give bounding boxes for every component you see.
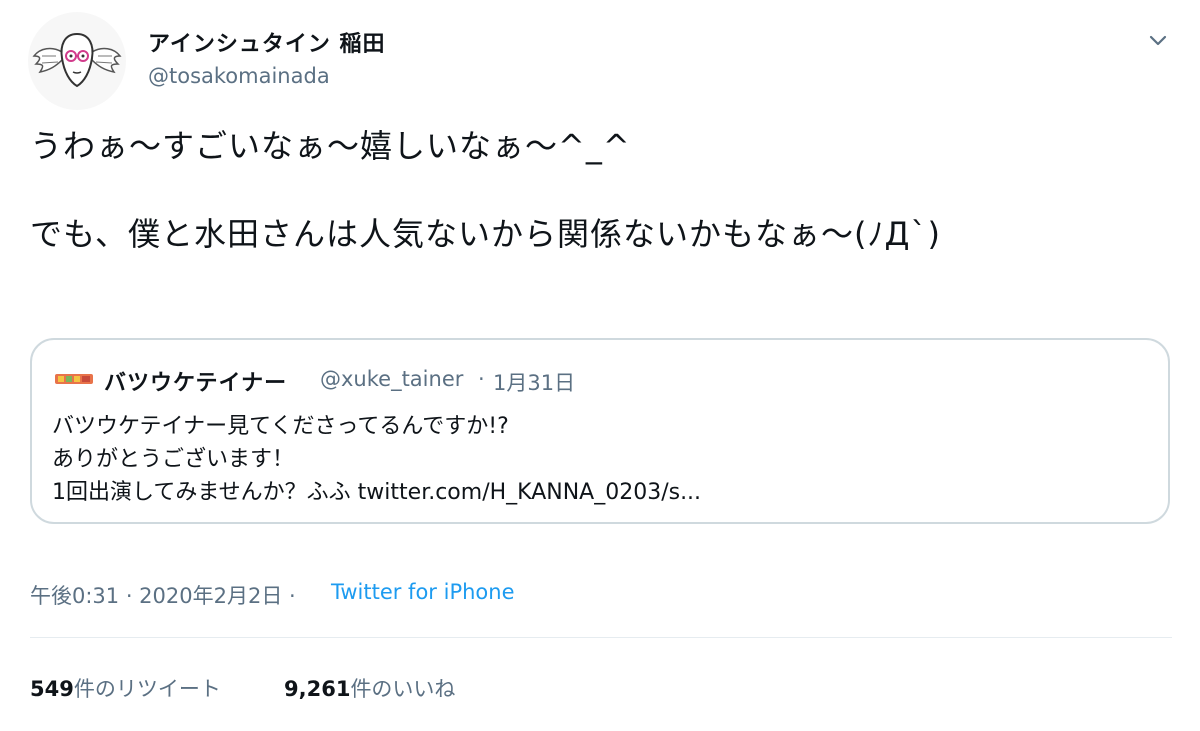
tweet-source-link[interactable]: Twitter for iPhone [331, 580, 515, 604]
retweets-count: 549 [30, 677, 74, 701]
quoted-avatar [54, 371, 94, 387]
tweet-text: うわぁ〜すごいなぁ〜嬉しいなぁ〜^_^ でも、僕と水田さんは人気ないから関係ない… [30, 127, 942, 253]
likes-stat[interactable]: 9,261件のいいね [284, 673, 455, 703]
quoted-date: 1月31日 [493, 371, 576, 395]
avatar[interactable] [28, 12, 126, 110]
chevron-down-icon [1149, 35, 1167, 46]
tweet-menu-button[interactable] [1144, 26, 1172, 54]
quoted-tweet-text: バツウケテイナー見てくださってるんですか!? ありがとうございます！ 1回出演し… [52, 414, 702, 505]
author-name[interactable]: アインシュタイン 稲田 [148, 26, 386, 58]
banner-logo-icon [55, 374, 93, 384]
retweets-label: 件のリツイート [73, 677, 221, 701]
winged-face-avatar-icon [32, 32, 122, 88]
tweet-timestamp[interactable]: 午後0:31 · 2020年2月2日 · [30, 580, 296, 610]
likes-label: 件のいいね [350, 677, 456, 701]
divider [30, 637, 1172, 638]
quoted-separator: · [478, 367, 485, 391]
author-handle[interactable]: @tosakomainada [148, 64, 330, 88]
quoted-author-handle: @xuke_tainer [320, 367, 464, 391]
retweets-stat[interactable]: 549件のリツイート [30, 673, 221, 703]
quoted-author-name: バツウケテイナー [104, 371, 288, 396]
likes-count: 9,261 [284, 677, 351, 701]
